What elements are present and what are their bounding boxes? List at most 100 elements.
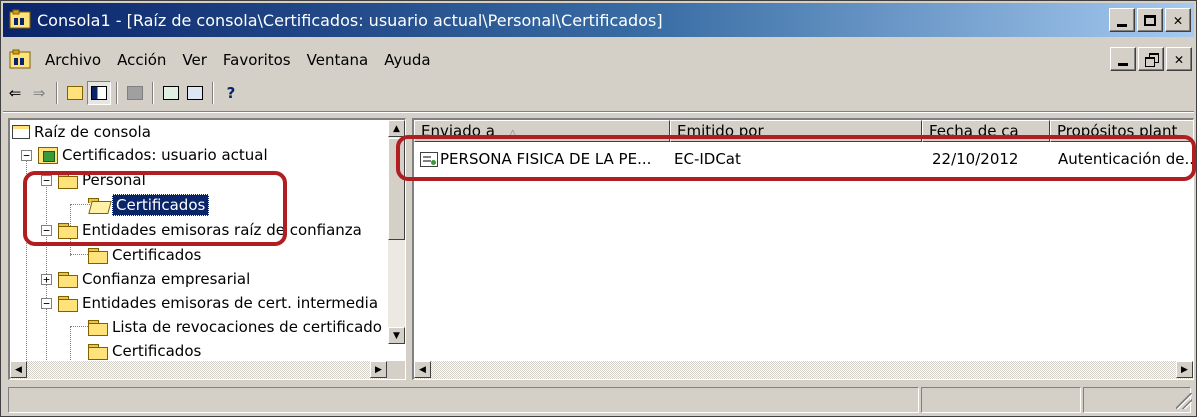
column-header-label: Emitido por [677,122,764,140]
column-header-propositos[interactable]: Propósitos plant [1050,120,1193,142]
tree-node-label: Certificados [112,194,210,216]
certificate-icon [420,152,438,167]
tree-node-personal-certificados[interactable]: Certificados [88,193,210,217]
maximize-icon [1144,14,1156,26]
tree-node-confianza-empresarial[interactable]: Confianza empresarial [58,267,250,291]
cell-fecha: 22/10/2012 [932,150,1019,168]
toolbar-separator [116,82,118,104]
tree-node-label: Certificados: usuario actual [62,146,268,164]
status-bar [3,385,1194,414]
maximize-button[interactable] [1137,8,1163,32]
column-header-label: Enviado a [421,122,495,140]
mdi-restore-button[interactable] [1138,47,1164,71]
folder-icon [88,247,108,264]
close-icon: ✕ [1174,50,1184,68]
title-bar[interactable]: Consola1 - [Raíz de consola\Certificados… [3,3,1194,37]
menu-favoritos[interactable]: Favoritos [215,51,299,69]
tree-node-raiz-certificados[interactable]: Certificados [88,243,201,267]
help-icon: ? [226,84,236,102]
delete-button[interactable] [123,81,147,105]
status-cell-main [8,387,919,413]
scroll-up-button[interactable]: ▲ [388,120,405,137]
tree-node-label: Personal [82,171,146,189]
help-button[interactable]: ? [219,81,243,105]
folder-icon [88,319,108,336]
tree-vertical-scrollbar[interactable]: ▲ ▼ [388,120,405,344]
tree-node-entidades-intermedias[interactable]: Entidades emisoras de cert. intermedia [58,291,378,315]
tree-node-certificados-usuario[interactable]: Certificados: usuario actual [38,143,268,167]
up-level-button[interactable] [63,81,87,105]
status-cell-tertiary [1083,387,1191,413]
tree-node-label: Certificados [112,246,202,264]
up-folder-icon [67,86,83,100]
scroll-right-button[interactable]: ▶ [1176,361,1193,378]
tree-scroll-thumb[interactable] [388,138,405,240]
toolbar-separator [56,82,58,104]
close-button[interactable]: ✕ [1165,8,1191,32]
mdi-document-icon[interactable] [9,49,31,71]
refresh-button[interactable] [159,81,183,105]
forward-arrow-icon: ⇒ [32,84,46,102]
mmc-window: Consola1 - [Raíz de consola\Certificados… [0,0,1197,417]
show-hide-tree-button[interactable] [87,81,111,105]
mmc-console-icon[interactable] [9,9,31,31]
menu-accion[interactable]: Acción [109,51,174,69]
tree-node-label: Entidades emisoras raíz de confianza [82,221,362,239]
restore-icon [1144,53,1159,67]
tree-horizontal-scrollbar[interactable]: ◀ ▶ [10,361,405,379]
resize-grip-icon[interactable] [1176,393,1192,409]
export-list-button[interactable] [183,81,207,105]
minimize-icon [1118,62,1128,66]
expand-icon[interactable]: + [41,274,52,285]
sort-ascending-icon: △ [508,128,517,139]
scroll-corner [387,361,405,379]
menu-archivo[interactable]: Archivo [37,51,109,69]
collapse-icon[interactable]: − [41,225,52,236]
console-tree[interactable]: Raíz de consola − Certificados: usuario … [8,118,406,380]
column-header-emitido-por[interactable]: Emitido por [670,120,922,142]
column-header-enviado-a[interactable]: Enviado a △ [414,120,670,142]
cell-text: PERSONA FISICA DE LA PE... [440,150,652,168]
menu-ventana[interactable]: Ventana [299,51,377,69]
folder-icon [58,271,78,288]
column-header-fecha[interactable]: Fecha de ca [922,120,1050,142]
menu-ayuda[interactable]: Ayuda [376,51,438,69]
scroll-left-button[interactable]: ◀ [10,361,27,378]
tree-node-lista-revocaciones[interactable]: Lista de revocaciones de certificado [88,315,382,339]
window-controls: ✕ [1109,8,1191,32]
tree-node-raiz-consola[interactable]: Raíz de consola [12,120,151,144]
console-root-icon [12,125,30,139]
tree-connector [26,154,27,379]
mdi-minimize-button[interactable] [1110,47,1136,71]
back-button[interactable]: ⇐ [3,81,27,105]
results-list[interactable]: Enviado a △ Emitido por Fecha de ca Propó… [412,118,1194,380]
scroll-right-button[interactable]: ▶ [370,361,387,378]
toolbar: ⇐ ⇒ ? [3,79,1194,107]
collapse-icon[interactable]: − [41,175,52,186]
export-list-icon [187,86,203,100]
collapse-icon[interactable]: − [21,150,32,161]
tree-node-label: Entidades emisoras de cert. intermedia [82,294,379,312]
scroll-left-button[interactable]: ◀ [414,361,431,378]
refresh-icon [163,86,179,100]
tree-node-personal[interactable]: Personal [58,168,146,192]
tree-node-label: Raíz de consola [34,123,151,141]
cell-propositos: Autenticación de.. [1058,150,1194,168]
folder-icon [88,343,108,360]
forward-button[interactable]: ⇒ [27,81,51,105]
tree-node-intermedias-certificados[interactable]: Certificados [88,339,201,363]
mdi-window-controls: ✕ [1110,47,1192,71]
menu-ver[interactable]: Ver [174,51,215,69]
collapse-icon[interactable]: − [41,298,52,309]
tree-node-entidades-raiz[interactable]: Entidades emisoras raíz de confianza [58,218,362,242]
folder-icon [58,295,78,312]
list-horizontal-scrollbar[interactable]: ◀ ▶ [414,361,1193,379]
column-header-label: Fecha de ca [929,122,1019,140]
tree-node-label: Confianza empresarial [82,270,251,288]
scroll-down-button[interactable]: ▼ [388,327,405,344]
minimize-button[interactable] [1109,8,1135,32]
mdi-close-button[interactable]: ✕ [1166,47,1192,71]
status-cell-secondary [921,387,1081,413]
show-hide-tree-icon [91,86,107,100]
minimize-icon [1117,23,1127,27]
